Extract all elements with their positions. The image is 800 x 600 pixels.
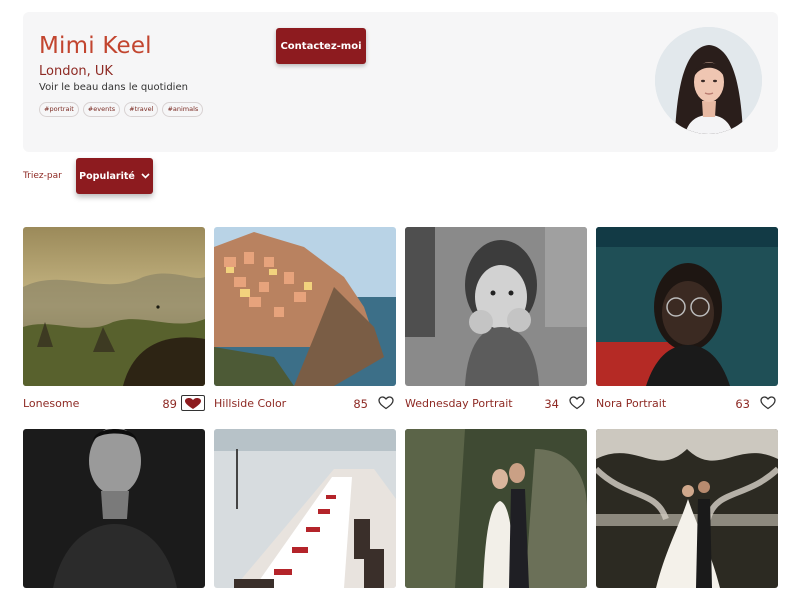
like-count: 63	[735, 397, 750, 411]
photo-thumbnail[interactable]	[405, 429, 587, 588]
like-count: 85	[353, 397, 368, 411]
photo-caption: Nora Portrait 63	[596, 395, 778, 413]
tag-portrait[interactable]: #portrait	[39, 102, 79, 117]
tag-travel[interactable]: #travel	[124, 102, 159, 117]
sort-selected: Popularité	[79, 170, 135, 182]
profile-name: Mimi Keel	[39, 33, 152, 59]
photo-thumbnail[interactable]	[23, 429, 205, 588]
photo-thumbnail[interactable]	[23, 227, 205, 386]
photo-thumbnail[interactable]	[405, 227, 587, 386]
heart-icon[interactable]	[181, 395, 205, 411]
photo-caption: Wednesday Portrait 34	[405, 395, 587, 413]
heart-icon[interactable]	[378, 395, 396, 411]
heart-icon[interactable]	[569, 395, 587, 411]
profile-tagline: Voir le beau dans le quotidien	[39, 82, 188, 93]
photo-thumbnail[interactable]	[596, 429, 778, 588]
heart-icon[interactable]	[760, 395, 778, 411]
photo-thumbnail[interactable]	[214, 227, 396, 386]
photo-caption: Lonesome 89	[23, 395, 205, 413]
chevron-down-icon	[141, 173, 150, 179]
like-count: 34	[544, 397, 559, 411]
photo-title[interactable]: Wednesday Portrait	[405, 397, 513, 410]
photo-caption: Hillside Color 85	[214, 395, 396, 413]
tag-animals[interactable]: #animals	[162, 102, 204, 117]
sort-dropdown[interactable]: Popularité	[76, 158, 153, 194]
photo-thumbnail[interactable]	[214, 429, 396, 588]
tag-list: #portrait #events #travel #animals	[39, 102, 204, 117]
avatar	[655, 27, 762, 134]
photo-title[interactable]: Lonesome	[23, 397, 79, 410]
photo-thumbnail[interactable]	[596, 227, 778, 386]
photo-title[interactable]: Nora Portrait	[596, 397, 666, 410]
profile-card: Mimi Keel London, UK Voir le beau dans l…	[23, 12, 778, 152]
tag-events[interactable]: #events	[82, 102, 121, 117]
profile-location: London, UK	[39, 64, 113, 79]
sort-label: Triez-par	[23, 171, 62, 181]
photo-title[interactable]: Hillside Color	[214, 397, 286, 410]
like-count: 89	[162, 397, 177, 411]
contact-button[interactable]: Contactez-moi	[276, 28, 366, 64]
